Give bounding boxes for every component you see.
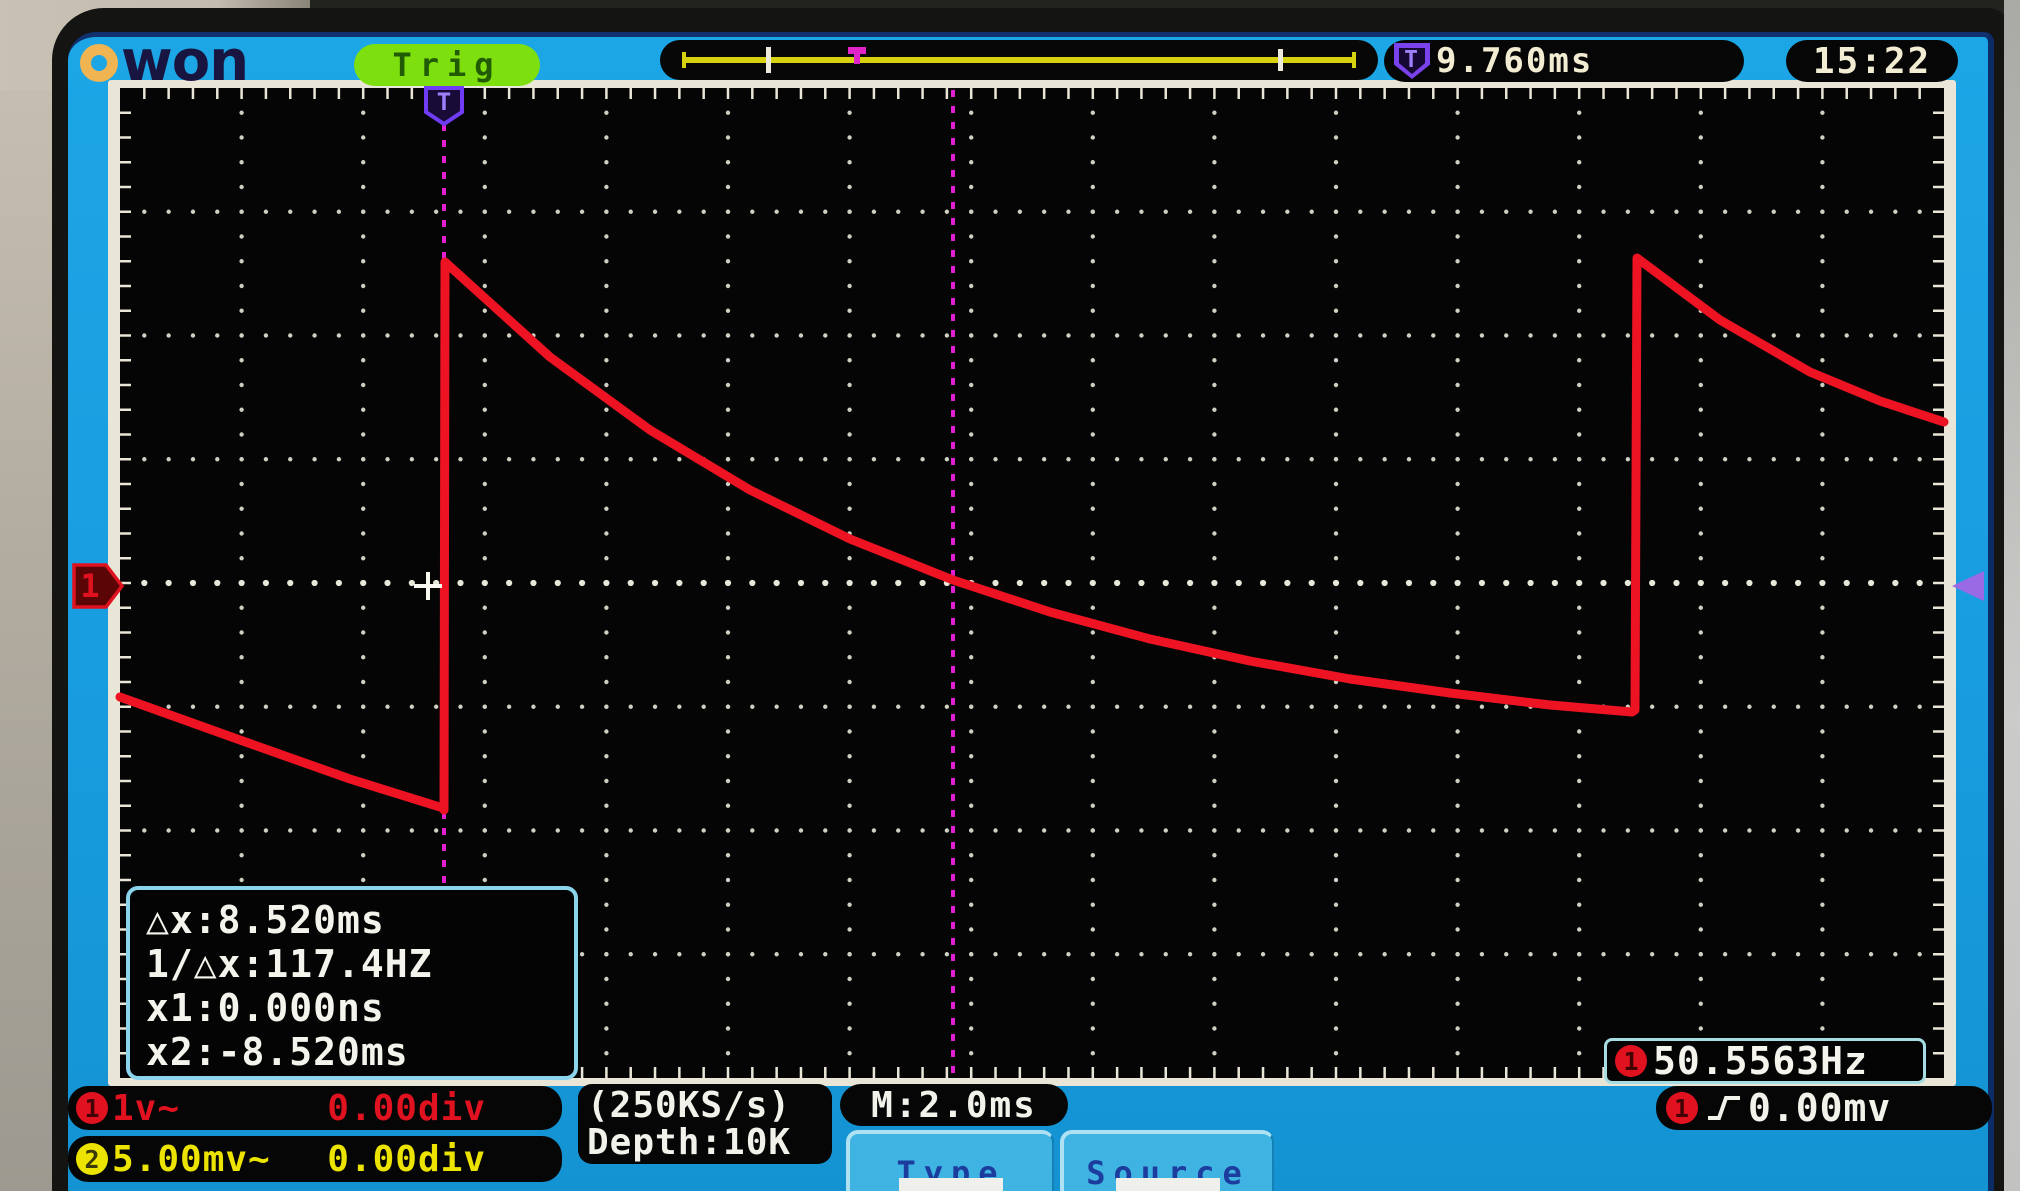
channel-2-dot-icon: 2	[76, 1143, 108, 1175]
channel-1-dot-icon: 1	[1615, 1045, 1647, 1077]
frequency-value: 50.5563Hz	[1653, 1039, 1868, 1083]
cursor-dx-value: △x:8.520ms	[146, 898, 558, 942]
channel-1-scale: 1v~	[112, 1088, 180, 1129]
screen-window-right-tick	[1278, 49, 1283, 71]
owon-logo-ring-icon	[80, 44, 118, 82]
owon-logo-text: won	[121, 42, 248, 82]
owon-logo: won	[80, 42, 248, 82]
trigger-channel-dot-icon: 1	[1666, 1092, 1698, 1124]
frequency-counter: 1 50.5563Hz	[1604, 1038, 1926, 1084]
trigger-level-value: 0.00mv	[1748, 1086, 1891, 1130]
channel-1-dot-icon: 1	[76, 1092, 108, 1124]
record-depth: Depth:10K	[587, 1124, 823, 1161]
channel-1-position: 0.00div	[327, 1088, 486, 1129]
channel-2-position: 0.00div	[327, 1139, 486, 1180]
channel-2-scale: 5.00mv~	[112, 1139, 271, 1180]
channel-1-status: 1 1v~ 0.00div	[68, 1086, 562, 1130]
trigger-status: 1 0.00mv	[1656, 1086, 1992, 1130]
trigger-time-value: 9.760ms	[1436, 41, 1593, 81]
trigger-t-icon: T	[1394, 43, 1430, 79]
window-right-cap	[1352, 52, 1356, 68]
menu-button-type[interactable]: Type	[846, 1130, 1054, 1191]
trig-status-badge: Trig	[354, 44, 540, 86]
svg-text:T: T	[437, 88, 451, 116]
cursor-x1-value: x1:0.000ns	[146, 986, 558, 1030]
acquisition-status: (250KS/s) Depth:10K	[578, 1084, 832, 1164]
source-value-box	[1116, 1178, 1220, 1191]
memory-window-line	[682, 57, 1356, 63]
rising-edge-icon	[1706, 1092, 1742, 1124]
horizontal-position-slider[interactable]	[660, 40, 1378, 80]
cursor-x2-value: x2:-8.520ms	[146, 1030, 558, 1074]
trigger-time-badge: T 9.760ms	[1384, 40, 1744, 82]
trigger-position-tick-icon	[848, 47, 866, 54]
window-left-cap	[682, 52, 686, 68]
channel-2-status: 2 5.00mv~ 0.00div	[68, 1136, 562, 1182]
screen-window-left-tick	[766, 47, 771, 73]
timebase-badge: M:2.0ms	[840, 1084, 1068, 1126]
trigger-level-arrow-icon	[1952, 571, 1984, 601]
cursor-measurement-panel: △x:8.520ms 1/△x:117.4HZ x1:0.000ns x2:-8…	[126, 886, 578, 1080]
sample-rate: (250KS/s)	[587, 1087, 823, 1124]
oscilloscope-photo: T 1 won Trig T 9.760ms 15:22 △x:8.520ms 1…	[0, 0, 2020, 1191]
clock-badge: 15:22	[1786, 40, 1958, 82]
cursor-inv-dx-value: 1/△x:117.4HZ	[146, 942, 558, 986]
menu-button-source[interactable]: Source	[1060, 1130, 1274, 1191]
type-value-box	[899, 1178, 1003, 1191]
svg-text:1: 1	[80, 567, 99, 605]
